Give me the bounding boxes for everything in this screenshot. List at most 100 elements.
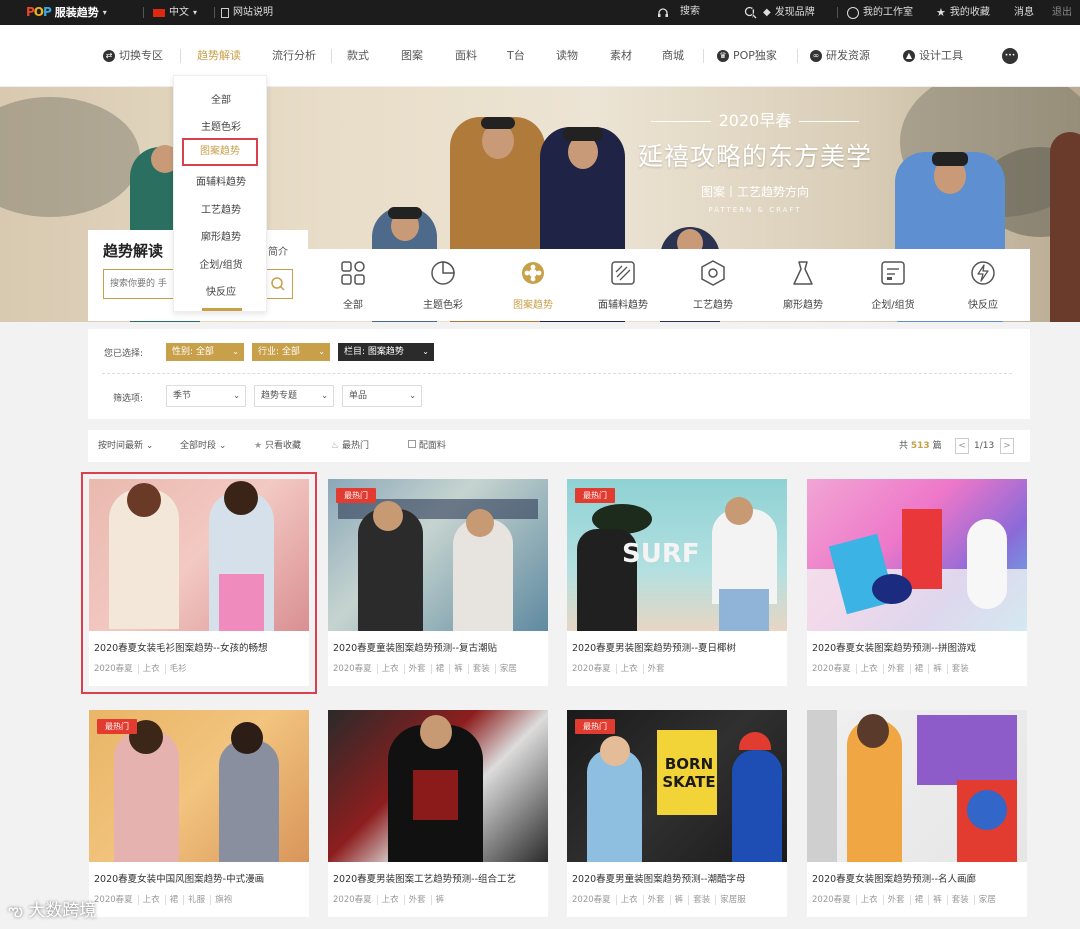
card-title[interactable]: 2020春夏女装图案趋势预测--拼图游戏 — [812, 640, 1024, 654]
next-page-button[interactable]: > — [1000, 438, 1014, 454]
nav-runway[interactable]: T台 — [507, 25, 525, 87]
nav-materials[interactable]: 素材 — [610, 25, 632, 87]
card-tag[interactable]: 毛衫 — [170, 664, 192, 674]
time-range-select[interactable]: 全部时段 ⌄ — [180, 430, 226, 462]
nav-mall[interactable]: 商城 — [662, 25, 684, 87]
hottest-toggle[interactable]: ♨ 最热门 — [331, 430, 369, 462]
card-tag[interactable]: 2020春夏 — [572, 664, 617, 674]
nav-trend-analysis[interactable]: 流行分析 — [272, 25, 316, 87]
category-theme-color[interactable]: 主题色彩 — [398, 249, 488, 321]
card-tag[interactable]: 2020春夏 — [94, 664, 139, 674]
site-guide-link[interactable]: 网站说明 — [221, 0, 273, 25]
card-tag[interactable]: 上衣 — [620, 895, 644, 905]
filter-chip-column[interactable]: 栏目: 图案趋势 ⌄ — [338, 343, 434, 361]
nav-patterns[interactable]: 图案 — [401, 25, 423, 87]
category-planning[interactable]: 企划/组货 — [848, 249, 938, 321]
card-tag[interactable]: 套装 — [693, 895, 717, 905]
card-tag[interactable]: 上衣 — [381, 664, 405, 674]
favorites-only-toggle[interactable]: ★ 只看收藏 — [254, 430, 301, 462]
trend-card[interactable]: BORN SKATE 最热门 2020春夏男童装图案趋势预测--潮酷字母 2020… — [567, 710, 787, 917]
filter-chip-industry[interactable]: 行业: 全部 ⌄ — [252, 343, 330, 361]
category-silhouette-trend[interactable]: 廓形趋势 — [758, 249, 848, 321]
sort-by-time[interactable]: 按时间最新 ⌄ — [98, 430, 153, 462]
card-tag[interactable]: 裤 — [454, 664, 469, 674]
logout-link[interactable]: 退出 — [1052, 0, 1072, 25]
dropdown-item-quick-response[interactable]: 快反应 — [174, 283, 268, 298]
card-tag[interactable]: 外套 — [647, 895, 671, 905]
my-workspace-link[interactable]: 我的工作室 — [847, 0, 913, 25]
search-icon[interactable] — [744, 6, 757, 19]
nav-pop-exclusive[interactable]: ♛ POP独家 — [717, 25, 777, 87]
card-tag[interactable]: 2020春夏 — [812, 895, 857, 905]
nav-more[interactable]: ••• — [1002, 25, 1018, 87]
card-tag[interactable]: 外套 — [408, 895, 432, 905]
prev-page-button[interactable]: < — [955, 438, 969, 454]
card-tag[interactable]: 上衣 — [381, 895, 405, 905]
card-tag[interactable]: 上衣 — [142, 895, 166, 905]
card-tag[interactable]: 礼服 — [188, 895, 212, 905]
card-tag[interactable]: 上衣 — [620, 664, 644, 674]
language-switch[interactable]: 中文 ▾ — [153, 0, 197, 25]
card-title[interactable]: 2020春夏女装图案趋势预测--名人画廊 — [812, 871, 1024, 885]
card-tag[interactable]: 家居 — [500, 664, 522, 674]
card-tag[interactable]: 2020春夏 — [812, 664, 857, 674]
category-quick-response[interactable]: 快反应 — [938, 249, 1028, 321]
trend-card[interactable]: 最热门 2020春夏童装图案趋势预测--复古潮贴 2020春夏 上衣 外套裙裤套装家… — [328, 479, 548, 686]
category-all[interactable]: 全部 — [308, 249, 398, 321]
top-search[interactable]: 搜索 — [680, 0, 757, 26]
card-title[interactable]: 2020春夏女装中国风图案趋势-中式漫画 — [94, 871, 306, 885]
trend-card[interactable]: 2020春夏女装图案趋势预测--名人画廊 2020春夏 上衣 外套裙裤套装 家居 — [807, 710, 1027, 917]
trend-card[interactable]: SURF 最热门 2020春夏男装图案趋势预测--夏日椰树 2020春夏 上衣 外套 — [567, 479, 787, 686]
card-tag[interactable]: 2020春夏 — [333, 895, 378, 905]
card-tag[interactable]: 套装 — [952, 664, 974, 674]
headset-icon[interactable] — [657, 0, 669, 25]
card-title[interactable]: 2020春夏男童装图案趋势预测--潮酷字母 — [572, 871, 784, 885]
card-title[interactable]: 2020春夏童装图案趋势预测--复古潮贴 — [333, 640, 545, 654]
card-title[interactable]: 2020春夏男装图案趋势预测--夏日椰树 — [572, 640, 784, 654]
card-tag[interactable]: 家居服 — [720, 895, 751, 905]
card-tag[interactable]: 裙 — [914, 664, 930, 674]
nav-rd-resources[interactable]: ∞ 研发资源 — [810, 25, 870, 87]
dropdown-item-theme-color[interactable]: 主题色彩 — [174, 118, 268, 133]
dropdown-item-all[interactable]: 全部 — [174, 91, 268, 106]
card-tag[interactable]: 上衣 — [142, 664, 166, 674]
dropdown-item-fabric-trend[interactable]: 面辅料趋势 — [174, 173, 268, 188]
my-favorites-link[interactable]: ★ 我的收藏 — [936, 0, 990, 25]
nav-fabrics[interactable]: 面料 — [455, 25, 477, 87]
card-image[interactable] — [89, 479, 309, 631]
category-craft-trend[interactable]: 工艺趋势 — [668, 249, 758, 321]
card-tag[interactable]: 裙 — [435, 664, 451, 674]
trend-card[interactable]: 最热门 2020春夏女装中国风图案趋势-中式漫画 2020春夏 上衣裙礼服 旗袍 — [89, 710, 309, 917]
card-tag[interactable]: 裤 — [436, 895, 450, 905]
trend-intro-link[interactable]: 简介 — [268, 243, 288, 258]
filter-chip-gender[interactable]: 性别: 全部 ⌄ — [166, 343, 244, 361]
card-tag[interactable]: 家居 — [979, 895, 1001, 905]
category-pattern-trend[interactable]: 图案趋势 — [488, 249, 578, 321]
card-tag[interactable]: 外套 — [887, 664, 911, 674]
trend-card[interactable]: 2020春夏女装毛衫图案趋势--女孩的畅想 2020春夏 上衣 毛衫 — [89, 479, 309, 686]
card-tag[interactable]: 外套 — [648, 664, 670, 674]
nav-publications[interactable]: 读物 — [556, 25, 578, 87]
card-tag[interactable]: 裤 — [674, 895, 690, 905]
dropdown-item-craft-trend[interactable]: 工艺趋势 — [174, 201, 268, 216]
card-tag[interactable]: 外套 — [887, 895, 911, 905]
nav-styles[interactable]: 款式 — [347, 25, 369, 87]
card-tag[interactable]: 套装 — [951, 895, 975, 905]
card-image[interactable] — [807, 710, 1027, 862]
category-fabric-trend[interactable]: 面辅料趋势 — [578, 249, 668, 321]
card-tag[interactable]: 旗袍 — [215, 895, 237, 905]
brand-logo[interactable]: POP 服装趋势 ▾ — [26, 0, 107, 25]
card-image[interactable] — [328, 710, 548, 862]
dropdown-item-pattern-trend[interactable]: 图案趋势 — [182, 138, 258, 166]
brand-dropdown-icon[interactable]: ▾ — [103, 0, 107, 25]
card-tag[interactable]: 裙 — [169, 895, 185, 905]
card-tag[interactable]: 裙 — [914, 895, 930, 905]
card-tag[interactable]: 2020春夏 — [572, 895, 617, 905]
card-tag[interactable]: 裤 — [933, 664, 948, 674]
trend-card[interactable]: 2020春夏男装图案工艺趋势预测--组合工艺 2020春夏 上衣 外套裤 — [328, 710, 548, 917]
card-image[interactable] — [807, 479, 1027, 631]
card-tag[interactable]: 2020春夏 — [333, 664, 378, 674]
card-title[interactable]: 2020春夏男装图案工艺趋势预测--组合工艺 — [333, 871, 545, 885]
card-tag[interactable]: 上衣 — [860, 895, 884, 905]
discover-brand-link[interactable]: ◆ 发现品牌 — [763, 0, 815, 25]
